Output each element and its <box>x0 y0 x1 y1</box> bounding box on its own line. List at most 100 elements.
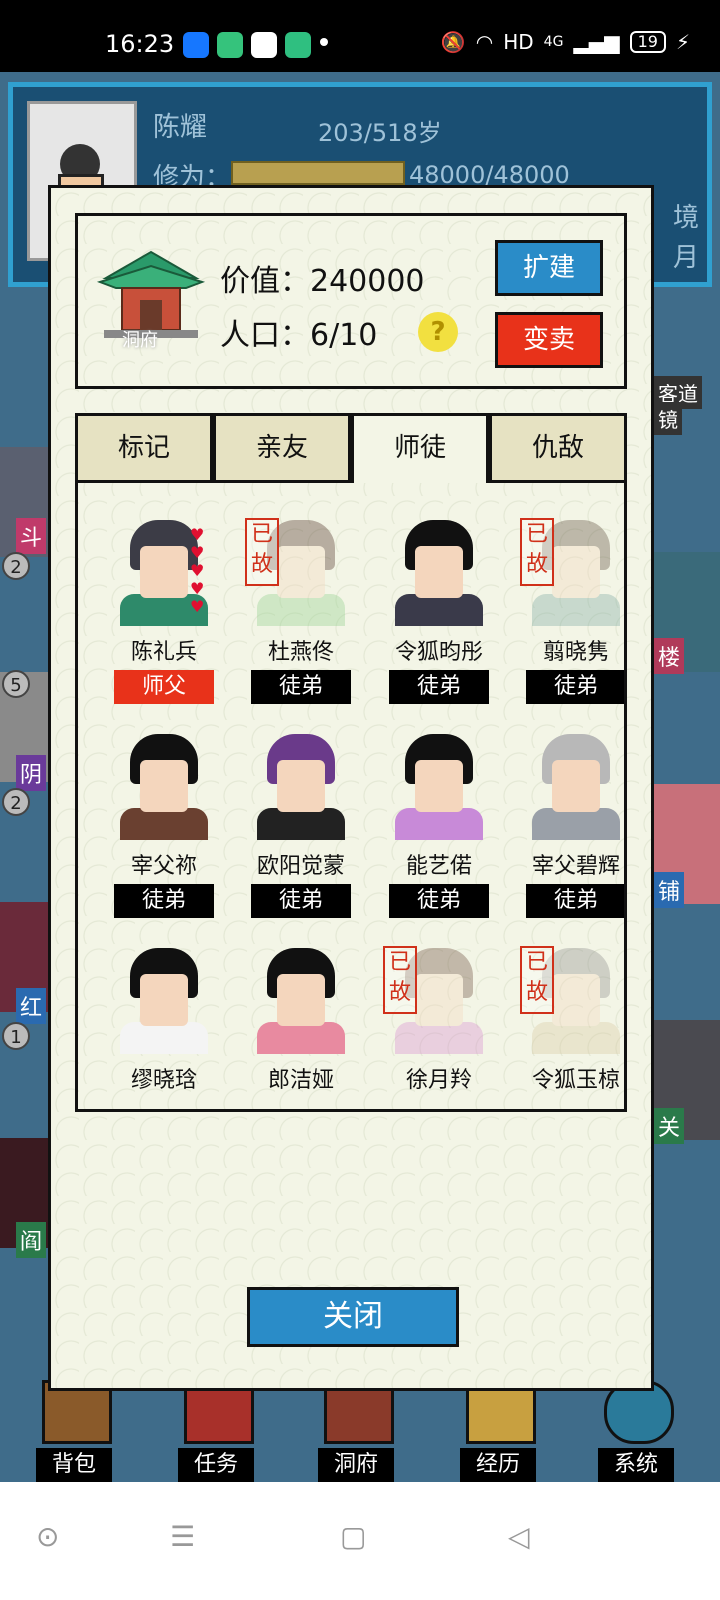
relation-list[interactable]: ♥ ♥ ♥ ♥ ♥ 陈礼兵 师父已故杜燕佟 徒弟 令狐昀彤 徒弟已故翦晓隽 徒弟 宰父祢 徒弟 欧阳觉蒙徒… <box>75 482 627 1112</box>
relation-tabs: 标记 亲友 师徒 仇敌 <box>75 413 627 483</box>
assistant-nav-icon[interactable]: ⊙ <box>36 1520 59 1553</box>
portrait-clothes <box>395 594 483 626</box>
portrait-face <box>415 974 463 1026</box>
portrait-face <box>277 760 325 812</box>
person-name: 令狐昀彤 <box>394 640 483 665</box>
side-tag-hong[interactable]: 红 <box>16 988 47 1024</box>
portrait-face <box>277 546 325 598</box>
person-card[interactable]: 宰父碧辉 徒弟 <box>516 730 624 940</box>
portrait-face <box>415 546 463 598</box>
side-badge-2: 5 <box>2 670 30 698</box>
tab-mark[interactable]: 标记 <box>75 413 213 483</box>
person-name: 郎洁娅 <box>267 1068 334 1093</box>
sell-button[interactable]: 变卖 <box>495 312 603 368</box>
portrait-face <box>552 546 600 598</box>
person-card[interactable]: 郎洁娅 <box>241 944 361 1109</box>
person-card[interactable]: 能艺偌 徒弟 <box>379 730 499 940</box>
status-time: 16:23 <box>105 30 175 58</box>
person-name: 欧阳觉蒙 <box>256 854 345 879</box>
toolbar-label: 经历 <box>460 1448 536 1482</box>
affection-hearts-icon: ♥ ♥ ♥ ♥ ♥ <box>190 525 205 616</box>
signal-label: 4G <box>543 34 564 50</box>
tab-enemies[interactable]: 仇敌 <box>489 413 627 483</box>
close-button[interactable]: 关闭 <box>247 1287 459 1347</box>
person-card[interactable]: 已故杜燕佟徒弟 <box>241 516 361 726</box>
more-notifications-dot <box>320 38 328 46</box>
person-portrait <box>116 730 212 840</box>
side-badge-4: 1 <box>2 1022 30 1050</box>
portrait-face <box>140 546 188 598</box>
person-card[interactable]: ♥ ♥ ♥ ♥ ♥ 陈礼兵 师父 <box>104 516 224 726</box>
person-role-badge: 徒弟 <box>526 670 624 704</box>
person-name: 翦晓隽 <box>542 640 609 665</box>
right-tag-pu[interactable]: 铺 <box>654 872 685 908</box>
portrait-clothes <box>257 808 345 840</box>
xiuwei-progress-bar <box>231 161 405 185</box>
person-card[interactable]: 宰父祢 徒弟 <box>104 730 224 940</box>
person-portrait <box>253 730 349 840</box>
deceased-stamp: 已故 <box>245 518 279 586</box>
person-role-badge: 徒弟 <box>526 884 624 918</box>
cave-population: 人口：6/10 <box>220 318 378 353</box>
person-portrait <box>391 516 487 626</box>
side-tag-dou[interactable]: 斗 <box>16 518 47 554</box>
portrait-face <box>140 974 188 1026</box>
battery-indicator: 19 <box>629 31 666 53</box>
back-nav-icon[interactable]: ◁ <box>508 1520 530 1553</box>
person-card[interactable]: 已故徐月羚 <box>379 944 499 1109</box>
tab-friends[interactable]: 亲友 <box>213 413 351 483</box>
person-card[interactable]: 令狐昀彤 徒弟 <box>379 516 499 726</box>
toolbar-label: 系统 <box>598 1448 674 1482</box>
month-edge-text: 月 <box>672 243 699 273</box>
android-nav-bar: ⊙ ☰ ▢ ◁ <box>0 1482 720 1600</box>
person-name: 杜燕佟 <box>267 640 334 665</box>
home-nav-icon[interactable]: ▢ <box>340 1520 366 1553</box>
portrait-clothes <box>120 808 208 840</box>
realm-edge-text: 境 <box>672 203 699 233</box>
person-card[interactable]: 已故翦晓隽 徒弟 <box>516 516 624 726</box>
right-tag-guan[interactable]: 关 <box>654 1108 685 1144</box>
mute-icon: 🔕 <box>440 30 466 54</box>
cave-dwelling-dialog: 洞府 价值：240000 人口：6/10 ? 扩建 变卖 标记 亲友 师徒 仇敌… <box>48 185 654 1391</box>
toolbar-label: 任务 <box>178 1448 254 1482</box>
right-tag-jing[interactable]: 镜 <box>654 402 682 435</box>
video-icon <box>251 32 277 58</box>
help-icon[interactable]: ? <box>418 312 458 352</box>
person-card[interactable]: 已故令狐玉椋 <box>516 944 624 1109</box>
tab-master-disciple[interactable]: 师徒 <box>351 413 489 483</box>
person-name: 缪晓琀 <box>130 1068 197 1093</box>
deceased-stamp: 已故 <box>520 946 554 1014</box>
person-name: 能艺偌 <box>405 854 472 879</box>
system-indicators: 🔕 ◠ HD 4G ▂▄▆ 19 ⚡ <box>441 30 690 54</box>
app-icon <box>285 32 311 58</box>
person-name: 徐月羚 <box>405 1068 472 1093</box>
person-card[interactable]: 欧阳觉蒙 徒弟 <box>241 730 361 940</box>
deceased-stamp: 已故 <box>383 946 417 1014</box>
portrait-clothes <box>257 1022 345 1054</box>
cave-info-box: 洞府 价值：240000 人口：6/10 ? 扩建 变卖 <box>75 213 627 389</box>
notification-icons <box>183 32 311 58</box>
person-portrait <box>253 944 349 1054</box>
right-tag-lou[interactable]: 楼 <box>654 638 685 674</box>
portrait-clothes <box>532 808 620 840</box>
house-label: 洞府 <box>122 330 158 351</box>
expand-button[interactable]: 扩建 <box>495 240 603 296</box>
person-role-badge: 徒弟 <box>114 884 214 918</box>
side-tag-yan[interactable]: 阎 <box>16 1222 47 1258</box>
person-role-badge: 徒弟 <box>389 884 489 918</box>
person-card[interactable]: 缪晓琀 <box>104 944 224 1109</box>
menu-nav-icon[interactable]: ☰ <box>170 1520 195 1553</box>
portrait-face <box>552 974 600 1026</box>
phone-icon <box>217 32 243 58</box>
person-role-badge: 师父 <box>114 670 214 704</box>
toolbar-label: 洞府 <box>318 1448 394 1482</box>
person-name: 宰父祢 <box>130 854 197 879</box>
portrait-clothes <box>395 808 483 840</box>
portrait-clothes <box>120 1022 208 1054</box>
player-name: 陈耀 <box>153 112 207 143</box>
person-role-badge: 徒弟 <box>251 884 351 918</box>
portrait-clothes <box>257 594 345 626</box>
side-tag-yin[interactable]: 阴 <box>16 755 47 791</box>
network-label: HD <box>503 30 534 54</box>
person-role-badge: 徒弟 <box>251 670 351 704</box>
